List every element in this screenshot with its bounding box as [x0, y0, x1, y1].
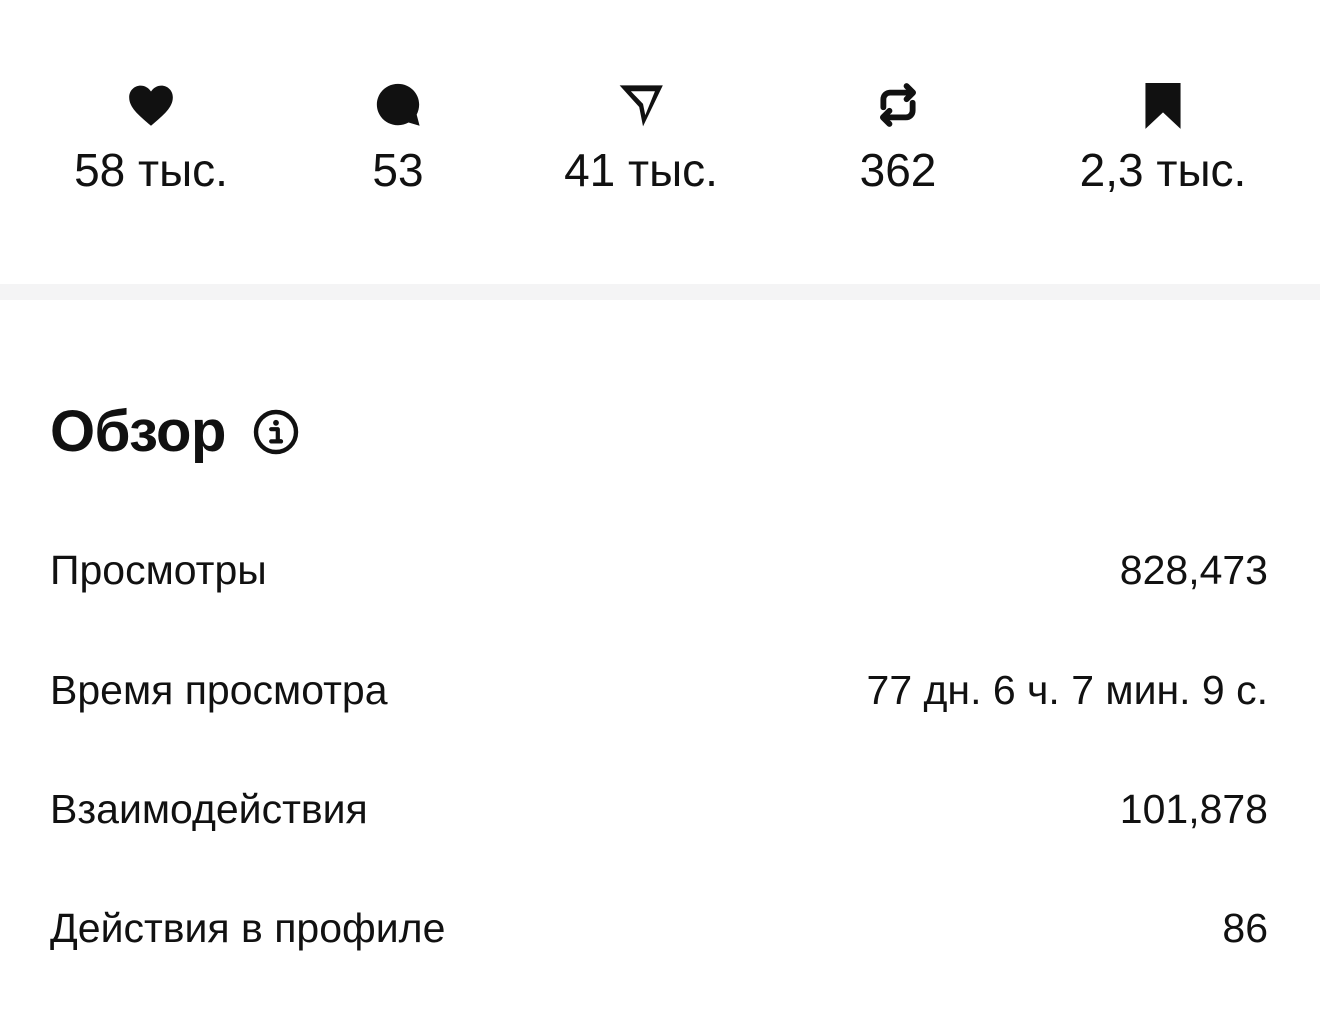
- shares-stat[interactable]: 41 тыс.: [521, 78, 761, 198]
- metric-value: 77 дн. 6 ч. 7 мин. 9 с.: [866, 666, 1268, 713]
- comments-stat[interactable]: 53: [278, 78, 518, 198]
- reposts-stat[interactable]: 362: [778, 78, 1018, 198]
- metric-value: 828,473: [1119, 546, 1268, 593]
- metric-row-profile-actions: Действия в профиле 86: [50, 898, 1268, 958]
- heart-icon: [124, 78, 178, 132]
- likes-count: 58 тыс.: [74, 144, 228, 196]
- metric-label: Просмотры: [50, 546, 267, 593]
- shares-count: 41 тыс.: [564, 144, 718, 196]
- comments-count: 53: [372, 144, 424, 196]
- metric-label: Взаимодействия: [50, 785, 368, 832]
- metric-label: Действия в профиле: [50, 904, 446, 951]
- metric-row-views: Просмотры 828,473: [50, 540, 1268, 600]
- saves-count: 2,3 тыс.: [1079, 144, 1247, 196]
- metric-row-interactions: Взаимодействия 101,878: [50, 779, 1268, 839]
- metric-row-watch-time: Время просмотра 77 дн. 6 ч. 7 мин. 9 с.: [50, 660, 1268, 720]
- overview-header: Обзор: [50, 396, 300, 468]
- section-divider: [0, 284, 1320, 300]
- saves-stat[interactable]: 2,3 тыс.: [1043, 78, 1283, 198]
- send-icon: [614, 78, 668, 132]
- metric-value: 86: [1222, 904, 1268, 951]
- likes-stat[interactable]: 58 тыс.: [31, 78, 271, 198]
- metric-label: Время просмотра: [50, 666, 388, 713]
- metric-value: 101,878: [1119, 785, 1268, 832]
- bookmark-icon: [1136, 78, 1190, 132]
- overview-title: Обзор: [50, 399, 226, 464]
- engagement-stats-bar: 58 тыс. 53 41 тыс. 362 2,3 тыс.: [0, 0, 1320, 284]
- repost-icon: [871, 78, 925, 132]
- info-icon[interactable]: [252, 408, 300, 456]
- reposts-count: 362: [859, 144, 937, 196]
- comment-icon: [371, 78, 425, 132]
